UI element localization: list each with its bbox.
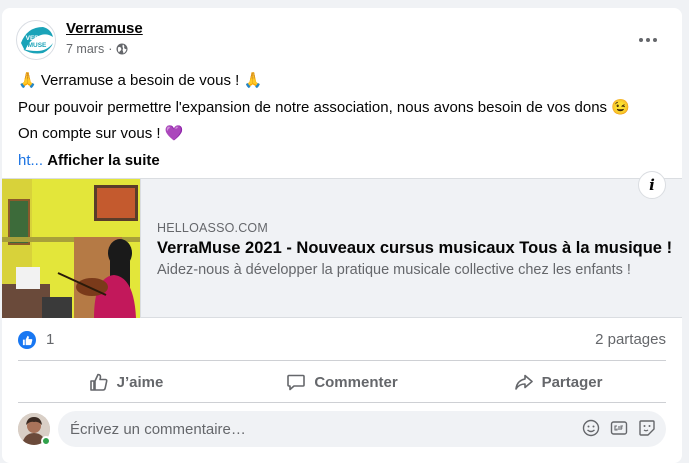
- post-line-2: Pour pouvoir permettre l'expansion de no…: [18, 98, 630, 116]
- post-line-3: On compte sur vous ! 💜: [18, 125, 184, 142]
- comment-label: Commenter: [314, 373, 398, 391]
- post-meta: 7 mars ·: [66, 42, 128, 56]
- reactions-bar: 1 2 partages: [18, 328, 666, 352]
- see-more-button[interactable]: Afficher la suite: [47, 152, 160, 169]
- preview-description: Aidez-nous à développer la pratique musi…: [157, 262, 631, 278]
- verramuse-logo: VERRA MUSE: [19, 23, 55, 59]
- share-arrow-icon: [514, 374, 533, 390]
- preview-domain: HELLOASSO.COM: [157, 221, 268, 235]
- gif-icon[interactable]: [610, 419, 628, 437]
- divider: [18, 360, 666, 361]
- comment-composer: Écrivez un commentaire…: [18, 411, 666, 447]
- more-options-button[interactable]: [634, 32, 662, 48]
- comment-icon: [287, 374, 306, 391]
- shares-count[interactable]: 2 partages: [595, 331, 666, 348]
- globe-icon: [116, 43, 128, 55]
- author-name[interactable]: Verramuse: [66, 20, 143, 37]
- reaction-count[interactable]: 1: [46, 331, 54, 348]
- preview-thumbnail: [2, 179, 141, 318]
- thumbs-up-outline-icon: [89, 373, 108, 391]
- post-card: VERRA MUSE Verramuse 7 mars · 🙏 Verramus…: [2, 8, 682, 463]
- like-reaction-icon[interactable]: [18, 331, 36, 349]
- preview-title[interactable]: VerraMuse 2021 - Nouveaux cursus musicau…: [157, 239, 672, 258]
- online-status-dot: [41, 436, 51, 446]
- like-label: J’aime: [116, 373, 164, 391]
- more-horizontal-icon: [639, 38, 643, 42]
- info-icon[interactable]: i: [638, 171, 666, 199]
- svg-text:MUSE: MUSE: [28, 42, 47, 49]
- share-label: Partager: [541, 373, 603, 391]
- comment-placeholder: Écrivez un commentaire…: [70, 420, 246, 438]
- truncated-link[interactable]: ht...: [18, 152, 43, 169]
- post-line-4: ht... Afficher la suite: [18, 148, 666, 175]
- post-text: 🙏 Verramuse a besoin de vous ! 🙏 Pour po…: [18, 68, 666, 174]
- violin-student-image: [2, 179, 140, 318]
- link-preview[interactable]: HELLOASSO.COM VerraMuse 2021 - Nouveaux …: [2, 171, 682, 318]
- action-bar: J’aime Commenter Partager: [18, 364, 666, 400]
- page-avatar[interactable]: VERRA MUSE: [16, 20, 56, 60]
- post-line-1: 🙏 Verramuse a besoin de vous ! 🙏: [18, 72, 263, 89]
- comment-tools: [582, 419, 656, 437]
- svg-text:VERRA: VERRA: [26, 35, 49, 42]
- like-button[interactable]: J’aime: [18, 364, 234, 400]
- thumbs-up-icon: [22, 335, 32, 345]
- post-time[interactable]: 7 mars: [66, 42, 104, 56]
- post-header: VERRA MUSE Verramuse 7 mars ·: [16, 20, 670, 60]
- divider: [18, 402, 666, 403]
- share-button[interactable]: Partager: [450, 364, 666, 400]
- emoji-icon[interactable]: [582, 419, 600, 437]
- comment-button[interactable]: Commenter: [234, 364, 450, 400]
- comment-input[interactable]: Écrivez un commentaire…: [58, 411, 666, 447]
- sticker-icon[interactable]: [638, 419, 656, 437]
